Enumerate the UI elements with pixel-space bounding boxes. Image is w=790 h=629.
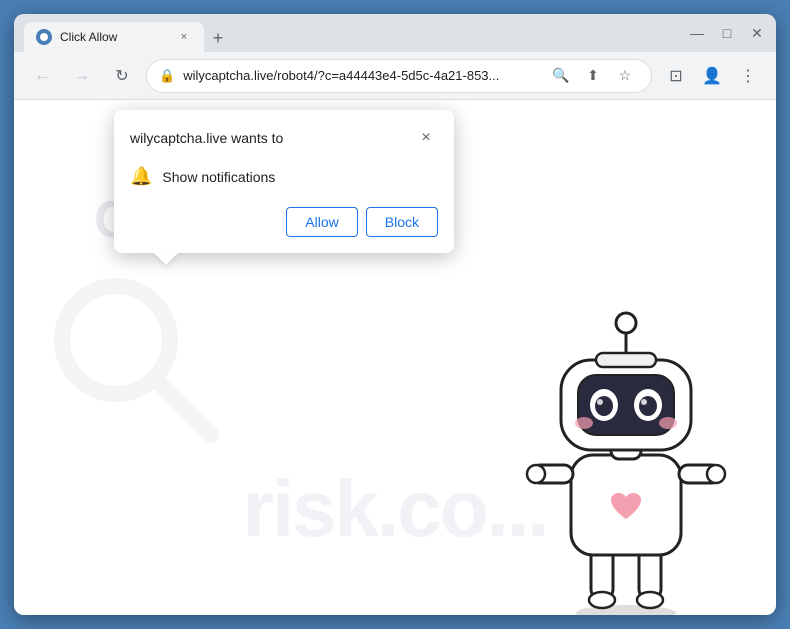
- robot-illustration: [496, 265, 756, 615]
- browser-window: Click Allow × + — □ ✕ ← → ↻ 🔒 wilycaptch…: [14, 14, 776, 615]
- popup-title: wilycaptcha.live wants to: [130, 130, 283, 146]
- tab-favicon-icon: [36, 29, 52, 45]
- tab-area: Click Allow × +: [24, 14, 672, 52]
- allow-button[interactable]: Allow: [286, 207, 357, 237]
- active-tab[interactable]: Click Allow ×: [24, 22, 204, 52]
- nav-bar: ← → ↻ 🔒 wilycaptcha.live/robot4/?c=a4444…: [14, 52, 776, 100]
- watermark-glass: [44, 268, 224, 448]
- share-icon[interactable]: ⬆: [579, 62, 607, 90]
- title-bar: Click Allow × + — □ ✕: [14, 14, 776, 52]
- popup-actions: Allow Block: [130, 207, 438, 237]
- search-icon[interactable]: 🔍: [547, 62, 575, 90]
- bookmark-icon[interactable]: ☆: [611, 62, 639, 90]
- minimize-button[interactable]: —: [688, 24, 706, 42]
- menu-icon[interactable]: ⋮: [732, 60, 764, 92]
- bell-icon: 🔔: [130, 166, 152, 187]
- popup-close-button[interactable]: ×: [414, 126, 438, 150]
- address-bar[interactable]: 🔒 wilycaptcha.live/robot4/?c=a44443e4-5d…: [146, 59, 652, 93]
- new-tab-button[interactable]: +: [204, 24, 232, 52]
- reload-button[interactable]: ↻: [106, 60, 138, 92]
- page-content: OU risk.co...: [14, 100, 776, 615]
- tab-close-button[interactable]: ×: [176, 29, 192, 45]
- tab-title: Click Allow: [60, 30, 168, 44]
- lock-icon: 🔒: [159, 68, 175, 84]
- address-text: wilycaptcha.live/robot4/?c=a44443e4-5d5c…: [183, 68, 539, 83]
- close-button[interactable]: ✕: [748, 24, 766, 42]
- nav-right-icons: ⊡ 👤 ⋮: [660, 60, 764, 92]
- block-button[interactable]: Block: [366, 207, 438, 237]
- popup-header: wilycaptcha.live wants to ×: [130, 126, 438, 150]
- popup-permission-row: 🔔 Show notifications: [130, 162, 438, 191]
- permission-label: Show notifications: [162, 169, 275, 185]
- account-icon[interactable]: 👤: [696, 60, 728, 92]
- notification-popup: wilycaptcha.live wants to × 🔔 Show notif…: [114, 110, 454, 253]
- window-controls: — □ ✕: [688, 24, 766, 42]
- forward-button[interactable]: →: [66, 60, 98, 92]
- address-icons: 🔍 ⬆ ☆: [547, 62, 639, 90]
- back-button[interactable]: ←: [26, 60, 58, 92]
- extensions-icon[interactable]: ⊡: [660, 60, 692, 92]
- maximize-button[interactable]: □: [718, 24, 736, 42]
